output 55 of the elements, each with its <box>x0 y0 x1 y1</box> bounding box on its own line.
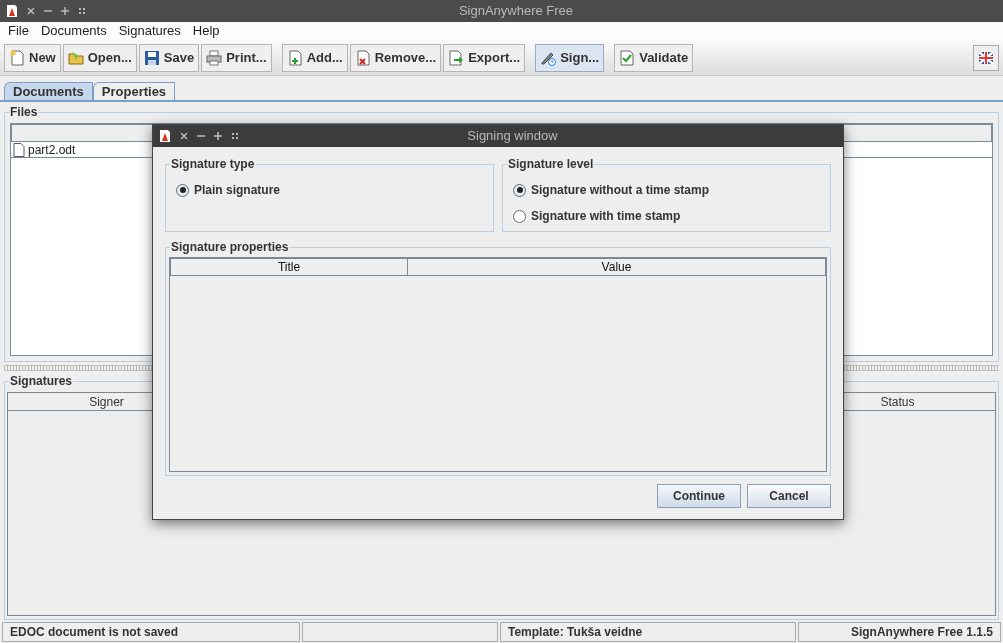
menu-item[interactable]: Signatures <box>112 21 187 41</box>
window-title: SignAnywhere Free <box>458 3 574 19</box>
dialog-button[interactable]: Continue <box>657 484 741 508</box>
minimize-icon[interactable] <box>44 7 52 15</box>
group-title: Signatures <box>9 373 73 389</box>
toolbar-button[interactable]: Add... <box>281 43 348 72</box>
document-check-icon <box>619 49 636 66</box>
status-template: Template: Tukša veidne <box>500 622 796 642</box>
close-icon[interactable] <box>27 7 35 15</box>
maximize-icon[interactable] <box>61 7 69 15</box>
menu-item[interactable]: Help <box>186 21 226 41</box>
column-header[interactable]: Title <box>170 258 408 276</box>
radio-label[interactable]: Plain signature <box>194 181 281 199</box>
grip-icon <box>78 7 86 15</box>
minimize-icon[interactable] <box>197 132 205 140</box>
radio-label[interactable]: Signature without a time stamp <box>531 181 710 199</box>
group-title: Signature type <box>170 156 256 172</box>
radio-button[interactable] <box>513 209 526 223</box>
radio-button[interactable] <box>176 183 189 197</box>
file-name[interactable]: part2.odt <box>28 140 76 159</box>
app-icon <box>159 129 171 143</box>
dialog-button[interactable]: Cancel <box>747 484 831 508</box>
window-title: Signing window <box>467 128 558 144</box>
toolbar-button[interactable]: Export... <box>443 43 526 72</box>
radio-button[interactable] <box>513 183 526 197</box>
maximize-icon[interactable] <box>214 132 222 140</box>
toolbar-button[interactable]: Sign... <box>535 43 605 72</box>
close-icon[interactable] <box>180 132 188 140</box>
column-header[interactable]: Value <box>408 258 826 276</box>
document-icon <box>9 49 25 66</box>
toolbar-button[interactable]: Remove... <box>349 43 442 72</box>
group-title: Signature properties <box>170 239 290 255</box>
menu-item[interactable]: File <box>2 21 35 41</box>
menu-item[interactable]: Documents <box>34 21 113 41</box>
radio-label[interactable]: Signature with time stamp <box>531 207 681 225</box>
tab[interactable]: Properties <box>92 82 176 100</box>
status-message: EDOC document is not saved <box>2 622 300 642</box>
printer-icon <box>206 49 223 66</box>
folder-icon <box>67 49 84 66</box>
tab[interactable]: Documents <box>4 82 93 100</box>
language-button[interactable] <box>973 44 999 71</box>
document-plus-icon <box>286 49 303 66</box>
grip-icon <box>231 132 239 140</box>
toolbar-button[interactable]: Open... <box>62 43 137 72</box>
document-arrow-icon <box>448 49 465 66</box>
toolbar-button[interactable]: Validate <box>614 43 694 72</box>
toolbar-button[interactable]: Print... <box>201 43 272 72</box>
flag-icon <box>979 51 993 64</box>
file-icon <box>13 142 25 157</box>
status-version: SignAnywhere Free 1.1.5 <box>798 622 1001 642</box>
toolbar-button[interactable]: New <box>4 43 61 72</box>
toolbar-button[interactable]: Save <box>138 43 200 72</box>
document-cross-icon <box>354 49 371 66</box>
group-title: Signature level <box>507 156 595 172</box>
app-icon <box>6 4 18 18</box>
